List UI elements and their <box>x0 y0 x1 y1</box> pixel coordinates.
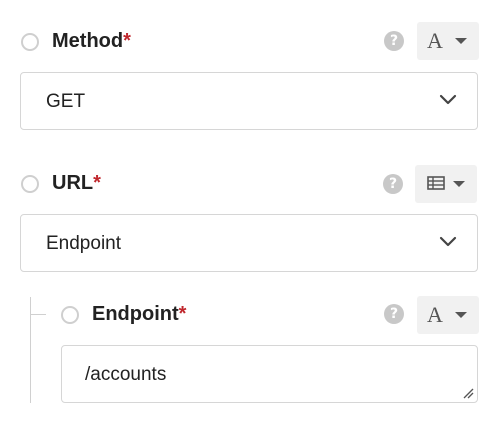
url-type-button[interactable] <box>415 165 477 203</box>
url-radio[interactable] <box>21 175 39 193</box>
url-field-header: URL* ? <box>0 164 500 204</box>
form-panel: Method* ? A GET URL* ? Endpoint Endpoint… <box>0 0 500 423</box>
table-icon <box>427 176 445 190</box>
url-label-text: URL <box>52 172 94 194</box>
required-mark: * <box>178 303 187 325</box>
chevron-down-icon <box>439 236 457 247</box>
help-icon[interactable]: ? <box>384 31 404 51</box>
caret-down-icon <box>455 38 467 44</box>
caret-down-icon <box>453 181 465 187</box>
help-icon[interactable]: ? <box>384 304 404 324</box>
method-select-value: GET <box>46 91 86 112</box>
endpoint-label-text: Endpoint <box>92 303 179 325</box>
endpoint-type-button[interactable]: A <box>417 296 479 334</box>
url-select-value: Endpoint <box>46 233 122 254</box>
method-field-header: Method* ? A <box>0 22 500 62</box>
method-radio[interactable] <box>21 33 39 51</box>
text-type-icon: A <box>427 28 443 53</box>
caret-down-icon <box>455 312 467 318</box>
required-mark: * <box>123 30 131 52</box>
endpoint-label: Endpoint* <box>92 303 186 326</box>
endpoint-textarea-value: /accounts <box>85 364 167 385</box>
method-label-text: Method <box>52 30 124 52</box>
endpoint-radio[interactable] <box>61 306 79 324</box>
url-label: URL* <box>52 172 101 195</box>
method-select[interactable]: GET <box>20 72 478 130</box>
text-type-icon: A <box>427 302 443 327</box>
chevron-down-icon <box>439 94 457 105</box>
required-mark: * <box>93 172 101 194</box>
endpoint-textarea[interactable]: /accounts <box>61 345 478 403</box>
method-label: Method* <box>52 30 131 53</box>
method-type-button[interactable]: A <box>417 22 479 60</box>
endpoint-field-header: Endpoint* ? A <box>0 295 500 335</box>
resize-handle-icon[interactable] <box>462 387 474 399</box>
url-select[interactable]: Endpoint <box>20 214 478 272</box>
help-icon[interactable]: ? <box>383 174 403 194</box>
